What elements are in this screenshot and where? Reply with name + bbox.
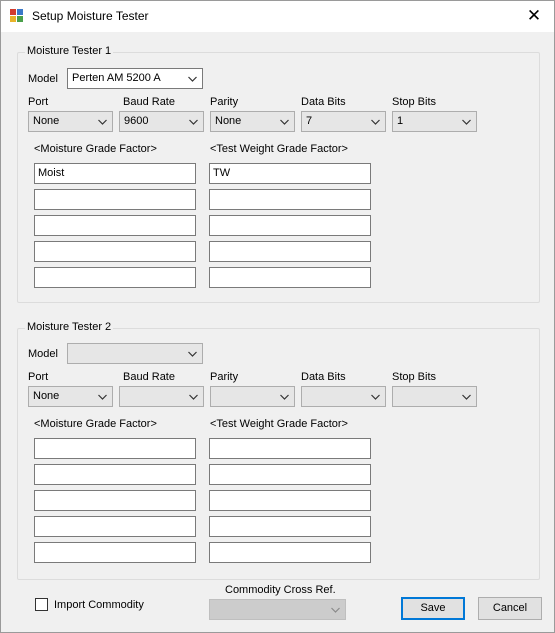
- moisture-tester-1-title: Moisture Tester 1: [25, 45, 114, 57]
- chevron-down-icon: [368, 113, 383, 130]
- tester2-stop-bits-select[interactable]: [392, 386, 477, 407]
- tester2-port-label: Port: [28, 371, 49, 383]
- tester1-moisture-factor-field-1[interactable]: Moist: [34, 163, 196, 184]
- tester2-data-bits-label: Data Bits: [301, 371, 346, 383]
- tester2-model-label: Model: [28, 348, 58, 360]
- tester1-moisture-factor-field-4[interactable]: [34, 241, 196, 262]
- tester1-model-label: Model: [28, 73, 58, 85]
- tester1-port-select[interactable]: None: [28, 111, 113, 132]
- chevron-down-icon: [459, 113, 474, 130]
- title-bar: Setup Moisture Tester ✕: [1, 1, 554, 32]
- tester1-data-bits-value: 7: [306, 115, 313, 127]
- tester1-baud-rate-value: 9600: [124, 115, 149, 127]
- tester1-test-weight-factor-field-4[interactable]: [209, 241, 371, 262]
- tester2-test-weight-grade-factor-label: <Test Weight Grade Factor>: [210, 418, 348, 430]
- tester1-model-select[interactable]: Perten AM 5200 A: [67, 68, 203, 89]
- tester2-model-select[interactable]: [67, 343, 203, 364]
- tester2-moisture-factor-field-5[interactable]: [34, 542, 196, 563]
- window-title: Setup Moisture Tester: [32, 9, 149, 23]
- tester1-parity-value: None: [215, 115, 242, 127]
- chevron-down-icon: [277, 113, 292, 130]
- chevron-down-icon: [185, 70, 200, 87]
- tester2-test-weight-factor-field-3[interactable]: [209, 490, 371, 511]
- tester1-moisture-factor-field-5[interactable]: [34, 267, 196, 288]
- tester2-moisture-factor-field-4[interactable]: [34, 516, 196, 537]
- tester1-stop-bits-select[interactable]: 1: [392, 111, 477, 132]
- tester1-moisture-factor-field-2[interactable]: [34, 189, 196, 210]
- tester1-test-weight-factor-field-2[interactable]: [209, 189, 371, 210]
- tester1-data-bits-label: Data Bits: [301, 96, 346, 108]
- tester1-test-weight-factor-field-5[interactable]: [209, 267, 371, 288]
- setup-moisture-tester-window: Setup Moisture Tester ✕ Moisture Tester …: [0, 0, 555, 633]
- tester1-baud-rate-label: Baud Rate: [123, 96, 175, 108]
- tester1-moisture-factor-field-3[interactable]: [34, 215, 196, 236]
- tester1-stop-bits-value: 1: [397, 115, 404, 127]
- tester2-test-weight-factor-field-2[interactable]: [209, 464, 371, 485]
- tester2-test-weight-factor-field-4[interactable]: [209, 516, 371, 537]
- tester1-stop-bits-label: Stop Bits: [392, 96, 437, 108]
- tester2-stop-bits-label: Stop Bits: [392, 371, 437, 383]
- tester1-parity-select[interactable]: None: [210, 111, 295, 132]
- setup-app-icon: [10, 9, 25, 24]
- commodity-cross-ref-select[interactable]: [209, 599, 346, 620]
- chevron-down-icon: [185, 345, 200, 362]
- tester2-moisture-factor-field-2[interactable]: [34, 464, 196, 485]
- tester2-test-weight-factor-field-1[interactable]: [209, 438, 371, 459]
- tester1-test-weight-factor-field-3[interactable]: [209, 215, 371, 236]
- chevron-down-icon: [186, 388, 201, 405]
- tester1-test-weight-grade-factor-label: <Test Weight Grade Factor>: [210, 143, 348, 155]
- close-button[interactable]: ✕: [514, 1, 554, 32]
- chevron-down-icon: [277, 388, 292, 405]
- chevron-down-icon: [459, 388, 474, 405]
- tester2-baud-rate-label: Baud Rate: [123, 371, 175, 383]
- tester2-parity-label: Parity: [210, 371, 239, 383]
- tester2-moisture-factor-field-3[interactable]: [34, 490, 196, 511]
- tester2-parity-select[interactable]: [210, 386, 295, 407]
- tester2-moisture-factor-field-1[interactable]: [34, 438, 196, 459]
- chevron-down-icon: [368, 388, 383, 405]
- tester2-moisture-grade-factor-label: <Moisture Grade Factor>: [34, 418, 157, 430]
- tester2-test-weight-factor-field-5[interactable]: [209, 542, 371, 563]
- import-commodity-checkbox[interactable]: [35, 598, 48, 611]
- tester1-port-label: Port: [28, 96, 49, 108]
- field-value: Moist: [38, 167, 65, 179]
- cancel-button[interactable]: Cancel: [478, 597, 542, 620]
- tester1-baud-rate-select[interactable]: 9600: [119, 111, 204, 132]
- chevron-down-icon: [95, 388, 110, 405]
- tester1-data-bits-select[interactable]: 7: [301, 111, 386, 132]
- tester2-data-bits-select[interactable]: [301, 386, 386, 407]
- tester2-baud-rate-select[interactable]: [119, 386, 204, 407]
- tester1-port-value: None: [33, 115, 60, 127]
- tester1-moisture-grade-factor-label: <Moisture Grade Factor>: [34, 143, 157, 155]
- tester1-parity-label: Parity: [210, 96, 239, 108]
- tester1-test-weight-factor-field-1[interactable]: TW: [209, 163, 371, 184]
- import-commodity-label: Import Commodity: [54, 599, 144, 611]
- tester2-port-select[interactable]: None: [28, 386, 113, 407]
- chevron-down-icon: [328, 601, 343, 618]
- tester1-model-value: Perten AM 5200 A: [72, 72, 161, 84]
- commodity-cross-ref-label: Commodity Cross Ref.: [225, 584, 336, 596]
- save-button[interactable]: Save: [401, 597, 465, 620]
- tester2-port-value: None: [33, 390, 60, 402]
- field-value: TW: [213, 167, 231, 179]
- close-icon: ✕: [526, 6, 542, 25]
- chevron-down-icon: [95, 113, 110, 130]
- chevron-down-icon: [186, 113, 201, 130]
- moisture-tester-2-title: Moisture Tester 2: [25, 321, 114, 333]
